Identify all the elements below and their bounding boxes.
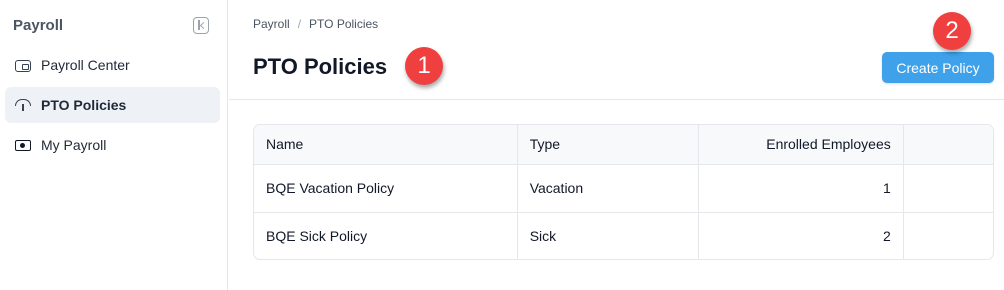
annotation-badge-1: 1 <box>405 47 443 85</box>
sidebar-item-payroll-center[interactable]: Payroll Center <box>5 47 220 83</box>
row-actions-cell <box>902 212 993 259</box>
enrolled-count-cell: 2 <box>698 212 904 259</box>
header-divider <box>229 99 1004 100</box>
sidebar-header: Payroll <box>13 17 211 35</box>
sidebar: Payroll Payroll Center PTO Policies My P… <box>0 0 228 290</box>
column-header-enrolled-employees[interactable]: Enrolled Employees <box>698 125 904 165</box>
sidebar-item-my-payroll[interactable]: My Payroll <box>5 127 220 163</box>
sidebar-item-label: PTO Policies <box>41 97 127 113</box>
policy-type-cell: Sick <box>516 212 699 259</box>
sidebar-nav: Payroll Center PTO Policies My Payroll <box>5 47 220 167</box>
money-icon <box>15 140 31 151</box>
table-row[interactable]: BQE Sick Policy Sick 2 <box>254 212 993 259</box>
breadcrumb-item-pto-policies: PTO Policies <box>309 17 379 31</box>
page-title: PTO Policies <box>253 54 388 79</box>
breadcrumb-separator: / <box>297 17 302 31</box>
sidebar-item-label: Payroll Center <box>41 57 130 73</box>
create-policy-button[interactable]: Create Policy <box>882 52 994 83</box>
policy-type-cell: Vacation <box>516 164 699 213</box>
sidebar-item-label: My Payroll <box>41 137 107 153</box>
enrolled-count-cell: 1 <box>698 164 904 213</box>
column-header-type[interactable]: Type <box>516 125 699 165</box>
policy-name-cell[interactable]: BQE Vacation Policy <box>254 164 518 213</box>
breadcrumb-item-payroll[interactable]: Payroll <box>253 17 290 31</box>
collapse-sidebar-icon[interactable] <box>193 17 209 34</box>
policy-name-cell[interactable]: BQE Sick Policy <box>254 212 517 259</box>
policies-table: Name Type Enrolled Employees BQE Vacatio… <box>253 124 994 260</box>
umbrella-icon <box>15 98 31 112</box>
annotation-badge-2: 2 <box>933 12 971 50</box>
row-actions-cell <box>902 164 993 213</box>
table-header-row: Name Type Enrolled Employees <box>254 125 993 165</box>
wallet-icon <box>15 59 31 72</box>
sidebar-item-pto-policies[interactable]: PTO Policies <box>5 87 220 123</box>
table-row[interactable]: BQE Vacation Policy Vacation 1 <box>254 164 993 213</box>
sidebar-title: Payroll <box>13 17 64 34</box>
breadcrumb: Payroll / PTO Policies <box>253 17 378 31</box>
column-header-name[interactable]: Name <box>254 125 518 165</box>
column-header-actions <box>902 125 993 165</box>
